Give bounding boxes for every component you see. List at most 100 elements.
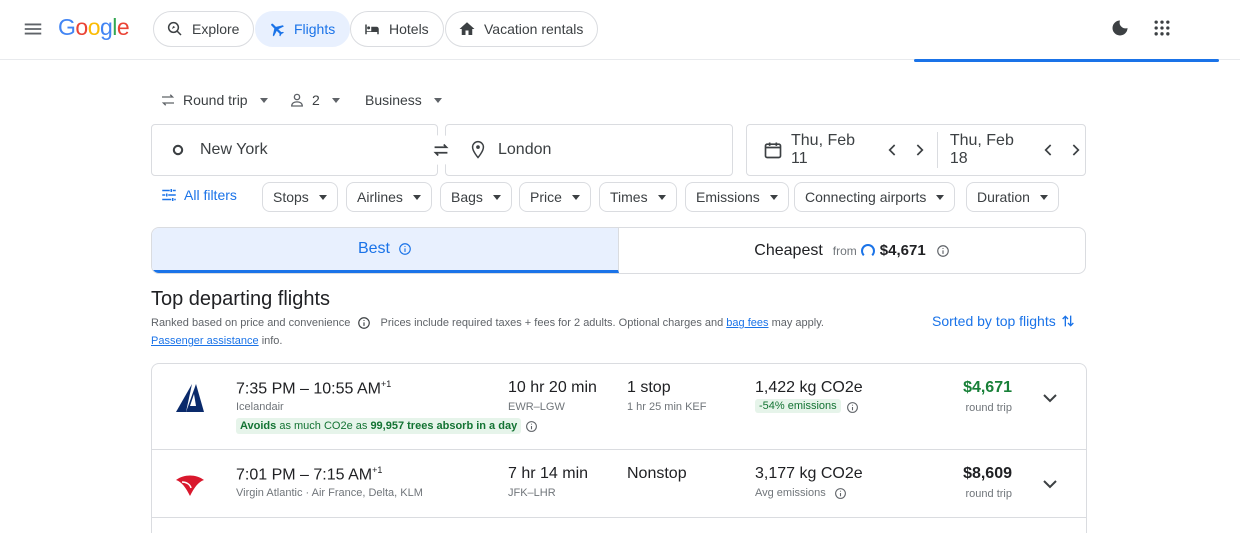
chevron-right-icon[interactable] [1065, 140, 1085, 160]
info-icon[interactable] [398, 242, 412, 256]
filter-airlines[interactable]: Airlines [346, 182, 432, 212]
trip-type-label: Round trip [183, 92, 248, 108]
filter-label: Emissions [696, 189, 760, 205]
info-icon[interactable] [357, 316, 371, 330]
tab-cheapest[interactable]: Cheapest from $4,671 [619, 228, 1085, 273]
filter-emissions[interactable]: Emissions [685, 182, 789, 212]
flight-row[interactable]: 7:35 PM – 10:55 AM+1 Icelandair Avoids a… [152, 364, 1086, 450]
date-range-field[interactable]: Thu, Feb 11 Thu, Feb 18 [746, 124, 1086, 176]
airline-name: Virgin Atlantic · Air France, Delta, KLM [236, 487, 423, 499]
cabin-class-select[interactable]: Business [365, 89, 442, 111]
results-subtitle: Ranked based on price and convenience Pr… [151, 314, 871, 350]
nav-vacation-rentals-button[interactable]: Vacation rentals [445, 11, 599, 47]
swap-locations-button[interactable] [425, 135, 457, 165]
house-icon [458, 20, 476, 38]
sort-tabs: Best Cheapest from $4,671 [151, 227, 1086, 274]
flight-row[interactable]: 7:01 PM – 7:15 AM+1 Virgin Atlantic · Ai… [152, 450, 1086, 518]
sort-arrows-icon [1060, 312, 1076, 330]
expand-chevron-icon[interactable] [1038, 386, 1062, 410]
bag-fees-link[interactable]: bag fees [726, 317, 768, 329]
price-type: round trip [965, 402, 1012, 414]
origin-value: New York [200, 141, 268, 158]
tab-best-label: Best [357, 240, 390, 257]
logo-letter: o [75, 14, 88, 40]
flight-times: 7:35 PM – 10:55 AM+1 [236, 379, 391, 398]
flight-results-list: 7:35 PM – 10:55 AM+1 Icelandair Avoids a… [151, 363, 1087, 533]
passenger-assistance-link[interactable]: Passenger assistance [151, 335, 259, 347]
main-menu-icon[interactable] [22, 18, 44, 40]
chevron-down-icon [936, 194, 945, 200]
expand-chevron-icon[interactable] [1038, 472, 1062, 496]
info-icon[interactable] [834, 487, 847, 500]
may-apply-text: may apply. [771, 317, 824, 329]
info-text: info. [261, 335, 283, 347]
sort-by-button[interactable]: Sorted by top flights [932, 312, 1076, 330]
icelandair-logo-icon [172, 380, 208, 416]
flight-route: EWR–LGW [508, 401, 565, 413]
filter-times[interactable]: Times [599, 182, 677, 212]
nav-label: Flights [294, 21, 336, 37]
prices-note: Prices include required taxes + fees for… [380, 317, 724, 329]
explore-icon [166, 20, 184, 38]
tab-best[interactable]: Best [152, 228, 619, 273]
nav-flights-button[interactable]: Flights [255, 11, 351, 47]
swap-arrows-icon [159, 91, 177, 109]
calendar-icon [763, 140, 783, 160]
filter-price[interactable]: Price [519, 182, 591, 212]
apps-grid-icon[interactable] [1152, 18, 1174, 40]
flight-stops: Nonstop [627, 465, 687, 482]
from-label: from [832, 243, 857, 258]
person-icon [288, 91, 306, 109]
nav-label: Hotels [389, 21, 429, 37]
chevron-right-icon[interactable] [909, 140, 929, 160]
flight-times: 7:01 PM – 7:15 AM+1 [236, 465, 382, 484]
avoid-mid: as much CO2e as [279, 420, 368, 432]
flight-times-value: 7:01 PM – 7:15 AM [236, 466, 373, 484]
chevron-left-icon[interactable] [883, 140, 903, 160]
flight-price: $4,671 [963, 379, 1012, 396]
virgin-atlantic-logo-icon [172, 466, 208, 502]
depart-date-value: Thu, Feb 11 [791, 132, 856, 167]
depart-date[interactable]: Thu, Feb 11 [791, 125, 929, 175]
ranked-text: Ranked based on price and convenience [151, 317, 351, 329]
filter-duration[interactable]: Duration [966, 182, 1059, 212]
filter-label: Connecting airports [805, 189, 927, 205]
return-date[interactable]: Thu, Feb 18 [950, 125, 1085, 175]
flight-stops: 1 stop [627, 379, 671, 396]
results-title: Top departing flights [151, 288, 331, 310]
dark-mode-icon[interactable] [1110, 18, 1132, 40]
chevron-down-icon [331, 97, 340, 103]
nav-explore-button[interactable]: Explore [153, 11, 255, 47]
emissions-note: Avg emissions [755, 487, 826, 499]
logo-letter: G [58, 14, 76, 40]
passengers-select[interactable]: 2 [288, 89, 340, 111]
flight-duration: 10 hr 20 min [508, 379, 597, 396]
sorted-label: Sorted by top flights [932, 313, 1056, 329]
filter-connecting-airports[interactable]: Connecting airports [794, 182, 956, 212]
origin-circle-icon [168, 140, 188, 160]
destination-field[interactable]: London [445, 124, 733, 176]
filter-label: Price [530, 189, 562, 205]
google-logo[interactable]: Google [58, 14, 130, 41]
chevron-left-icon[interactable] [1039, 140, 1059, 160]
flight-route: JFK–LHR [508, 487, 556, 499]
chevron-down-icon [412, 194, 421, 200]
cabin-class-label: Business [365, 92, 422, 108]
info-icon[interactable] [525, 420, 538, 433]
plus-day: +1 [372, 465, 383, 475]
trip-type-select[interactable]: Round trip [159, 89, 268, 111]
chevron-down-icon [318, 194, 327, 200]
cheapest-price: $4,671 [879, 242, 926, 259]
filter-bags[interactable]: Bags [440, 182, 512, 212]
chevron-down-icon [1039, 194, 1048, 200]
filter-stops[interactable]: Stops [262, 182, 338, 212]
logo-letter: g [99, 14, 113, 40]
origin-field[interactable]: New York [151, 124, 438, 176]
all-filters-button[interactable]: All filters [160, 186, 237, 204]
info-icon[interactable] [936, 244, 950, 258]
nav-hotels-button[interactable]: Hotels [350, 11, 444, 47]
chevron-down-icon [571, 194, 580, 200]
stop-detail: 1 hr 25 min KEF [627, 401, 707, 413]
info-icon[interactable] [846, 401, 859, 414]
nav-label: Explore [192, 21, 240, 37]
